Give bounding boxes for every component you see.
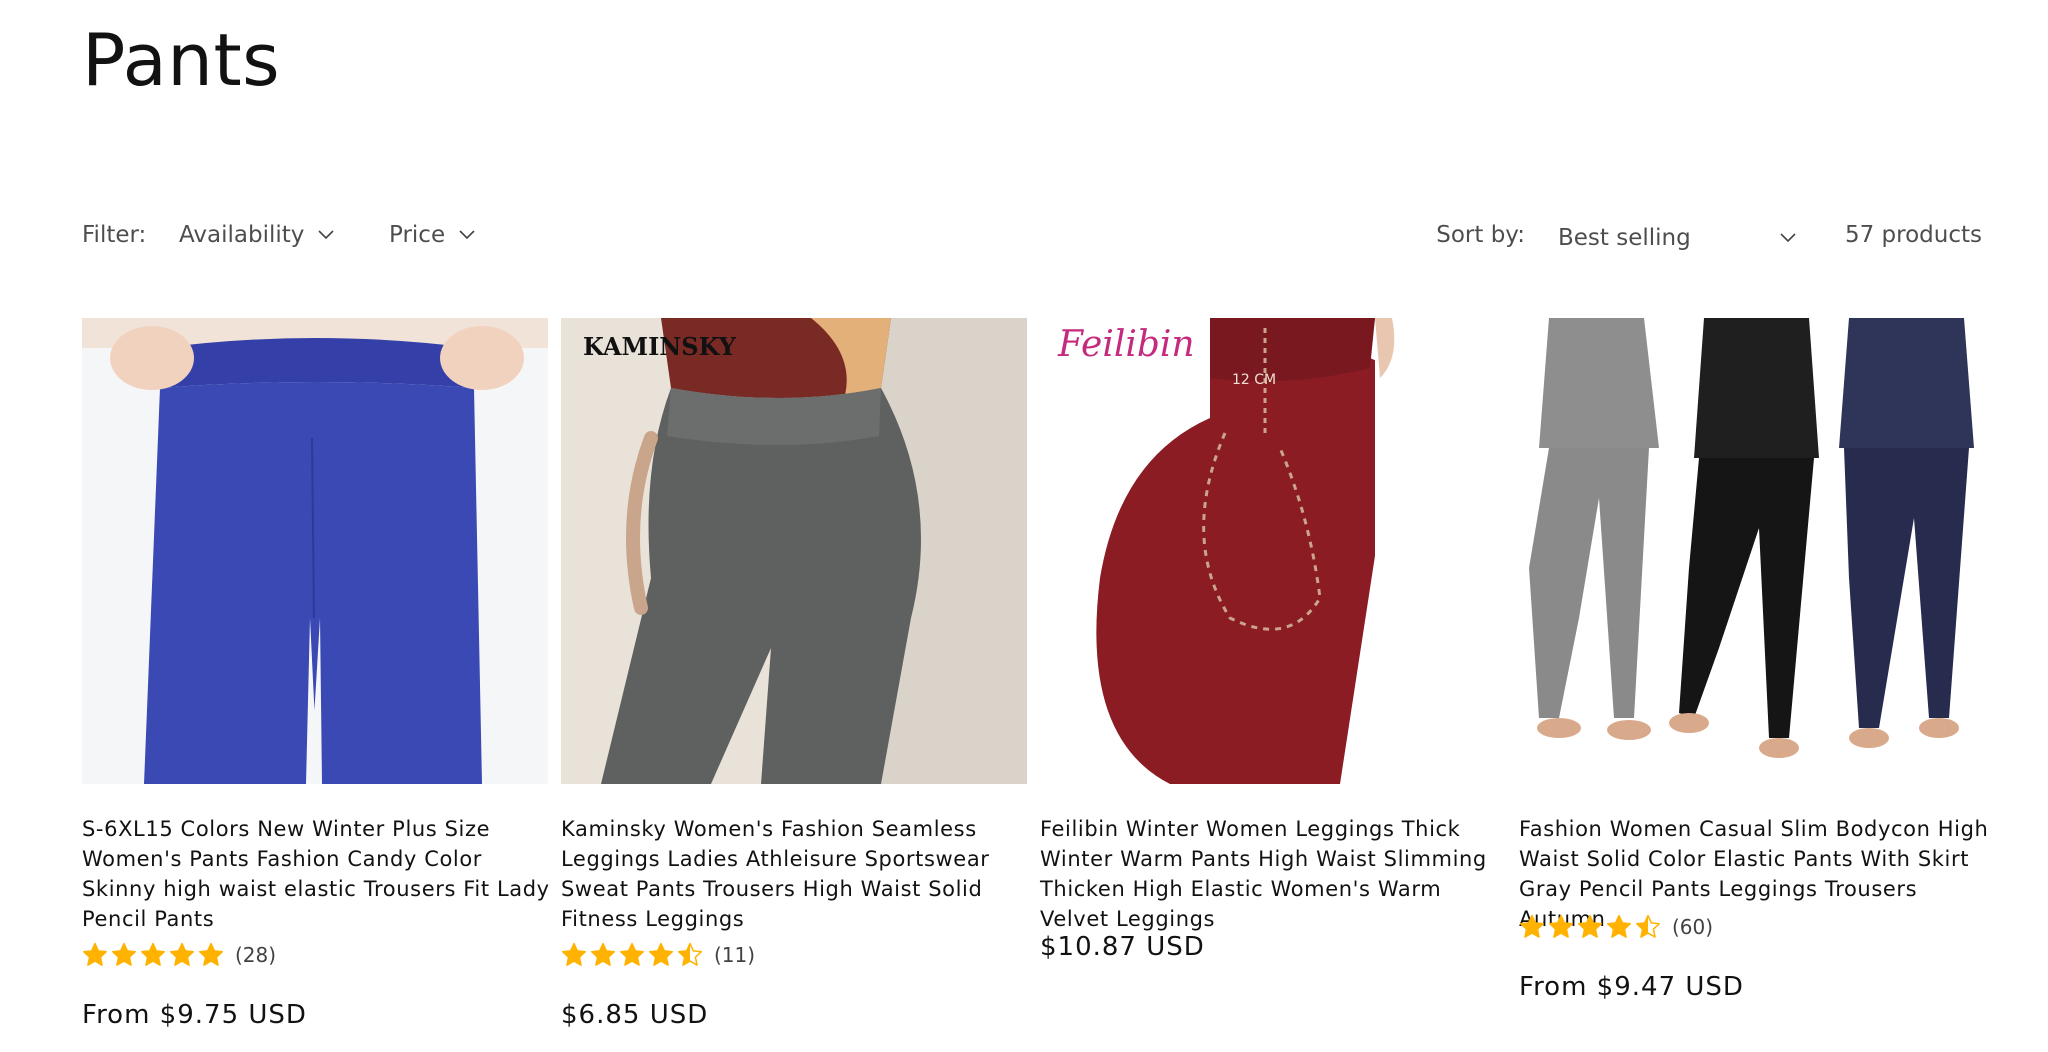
star-icon bbox=[1606, 914, 1632, 938]
star-icon bbox=[140, 942, 166, 966]
star-icon bbox=[198, 942, 224, 966]
rating-stars bbox=[1519, 914, 1664, 940]
brand-watermark: KAMINSKY bbox=[583, 332, 736, 361]
star-icon bbox=[619, 942, 645, 966]
rating-stars bbox=[561, 942, 706, 968]
blue-leggings-image bbox=[82, 318, 548, 784]
sort-label: Sort by: bbox=[1436, 222, 1525, 248]
star-icon bbox=[648, 942, 674, 966]
sort-by-value: Best selling bbox=[1558, 225, 1691, 251]
facet-toolbar: Filter: Availability Price Sort by: Best… bbox=[82, 216, 1982, 260]
review-count: (11) bbox=[714, 943, 756, 967]
chevron-down-icon bbox=[459, 230, 475, 240]
skirt-leggings-image bbox=[1519, 318, 1985, 784]
star-icon bbox=[111, 942, 137, 966]
star-icon bbox=[1577, 914, 1603, 938]
star-icon bbox=[1635, 914, 1661, 938]
product-price: From $9.47 USD bbox=[1519, 972, 1744, 1002]
product-price: $10.87 USD bbox=[1040, 932, 1205, 962]
grey-leggings-image bbox=[561, 318, 1027, 784]
review-count: (28) bbox=[235, 943, 277, 967]
rating-stars bbox=[82, 942, 227, 968]
product-count: 57 products bbox=[1844, 222, 1982, 248]
star-icon bbox=[169, 942, 195, 966]
price-filter-label: Price bbox=[389, 222, 446, 248]
product-card[interactable]: S-6XL15 Colors New Winter Plus Size Wome… bbox=[82, 318, 549, 1030]
page-title: Pants bbox=[82, 18, 281, 102]
star-icon bbox=[82, 942, 108, 966]
product-title[interactable]: Kaminsky Women's Fashion Seamless Leggin… bbox=[561, 814, 1031, 934]
brand-watermark: Feilibin bbox=[1058, 324, 1195, 365]
price-filter[interactable]: Price bbox=[389, 222, 475, 248]
chevron-down-icon bbox=[318, 230, 334, 240]
product-image[interactable]: Feilibin 12 CM bbox=[1040, 318, 1506, 784]
star-icon bbox=[590, 942, 616, 966]
availability-filter[interactable]: Availability bbox=[179, 222, 334, 248]
product-card[interactable]: Feilibin 12 CM Feilibin Winter Women Leg… bbox=[1040, 318, 1506, 962]
product-price: From $9.75 USD bbox=[82, 1000, 307, 1030]
product-price: $6.85 USD bbox=[561, 1000, 709, 1030]
sort-by-select[interactable]: Best selling bbox=[1558, 216, 1796, 260]
product-grid: S-6XL15 Colors New Winter Plus Size Wome… bbox=[82, 318, 1988, 1052]
availability-filter-label: Availability bbox=[179, 222, 305, 248]
star-icon bbox=[561, 942, 587, 966]
filter-label: Filter: bbox=[82, 222, 147, 248]
product-image[interactable] bbox=[82, 318, 548, 784]
chevron-down-icon bbox=[1780, 233, 1796, 243]
product-rating: (11) bbox=[561, 942, 755, 968]
measure-label: 12 CM bbox=[1232, 372, 1277, 388]
product-title[interactable]: Feilibin Winter Women Leggings Thick Win… bbox=[1040, 814, 1510, 934]
product-image[interactable]: KAMINSKY bbox=[561, 318, 1027, 784]
star-icon bbox=[1548, 914, 1574, 938]
product-title[interactable]: S-6XL15 Colors New Winter Plus Size Wome… bbox=[82, 814, 552, 934]
product-rating: (60) bbox=[1519, 914, 1713, 940]
product-card[interactable]: KAMINSKY Kaminsky Women's Fashion Seamle… bbox=[561, 318, 1027, 1030]
star-icon bbox=[1519, 914, 1545, 938]
product-image[interactable] bbox=[1519, 318, 1985, 784]
review-count: (60) bbox=[1672, 915, 1714, 939]
product-rating: (28) bbox=[82, 942, 276, 968]
product-card[interactable]: Fashion Women Casual Slim Bodycon High W… bbox=[1519, 318, 1988, 1002]
star-icon bbox=[677, 942, 703, 966]
